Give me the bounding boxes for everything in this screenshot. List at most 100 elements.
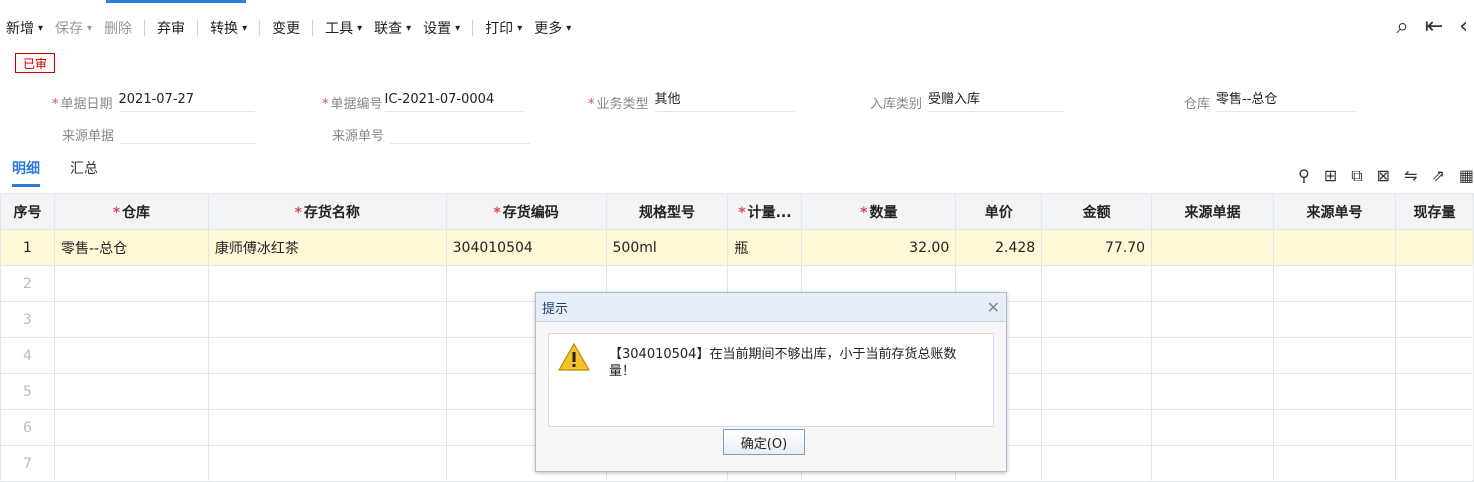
- column-settings-icon[interactable]: ▦: [1459, 166, 1474, 186]
- col-seq[interactable]: 序号: [0, 193, 55, 230]
- grid-header-row: 序号 * 仓库 * 存货名称 * 存货编码 规格型号 * 计量... * 数量 单价 金额…: [0, 193, 1474, 230]
- source-no-label: 来源单号: [332, 129, 385, 144]
- detail-tabs: 明细 汇总: [12, 158, 98, 187]
- warehouse-field: 仓库 零售--总仓: [1184, 86, 1357, 112]
- chevron-down-icon: ▾: [406, 22, 412, 34]
- convert-button[interactable]: 转换 ▾: [204, 12, 253, 44]
- tab-summary[interactable]: 汇总: [70, 158, 98, 187]
- toolbar-divider: [197, 20, 199, 36]
- doc-date-label: 单据日期: [60, 97, 113, 112]
- warehouse-value[interactable]: 零售--总仓: [1216, 89, 1357, 112]
- tools-button[interactable]: 工具 ▾: [319, 12, 368, 44]
- col-unit[interactable]: * 计量...: [727, 193, 803, 230]
- top-tab-strip: [0, 0, 1474, 6]
- col-qty[interactable]: * 数量: [801, 193, 957, 230]
- change-button[interactable]: 变更: [266, 12, 306, 44]
- in-type-field: 入库类别 受赠入库: [870, 86, 1065, 112]
- doc-no-value[interactable]: IC-2021-07-0004: [384, 89, 525, 112]
- row-seq: 1: [0, 229, 55, 266]
- first-page-icon[interactable]: ⇤: [1425, 14, 1443, 39]
- grid-toolbar: ⚲ ⊞ ⧉ ⊠ ⇋ ⇗ ▦: [1298, 166, 1474, 186]
- doc-no-field: * 单据编号 IC-2021-07-0004: [322, 86, 525, 112]
- toolbar-divider: [312, 20, 314, 36]
- chevron-down-icon: ▾: [38, 22, 44, 34]
- toolbar-divider: [259, 20, 261, 36]
- add-row-icon[interactable]: ⊞: [1324, 166, 1337, 186]
- cell-source-doc[interactable]: [1151, 229, 1274, 266]
- more-button[interactable]: 更多 ▾: [528, 12, 577, 44]
- clear-icon[interactable]: ⇋: [1404, 166, 1417, 186]
- row-seq: 7: [0, 445, 55, 482]
- delete-row-icon[interactable]: ⊠: [1377, 166, 1390, 186]
- cell-price[interactable]: 2.428: [955, 229, 1043, 266]
- ok-button[interactable]: 确定(O): [723, 429, 805, 455]
- col-warehouse[interactable]: * 仓库: [53, 193, 209, 230]
- chevron-down-icon: ▾: [87, 22, 93, 34]
- in-type-label: 入库类别: [870, 97, 923, 112]
- chevron-down-icon: ▾: [517, 22, 523, 34]
- record-nav: ⌕ ⇤ ‹: [1396, 14, 1468, 39]
- print-button[interactable]: 打印 ▾: [479, 12, 528, 44]
- alert-dialog: 提示 ✕ 【304010504】在当前期间不够出库，小于当前存货总账数量！ 确定…: [535, 292, 1007, 472]
- add-button[interactable]: 新增 ▾: [0, 12, 49, 44]
- in-type-value[interactable]: 受赠入库: [928, 89, 1065, 112]
- cell-amount[interactable]: 77.70: [1041, 229, 1153, 266]
- row-seq: 5: [0, 373, 55, 410]
- cell-unit[interactable]: 瓶: [727, 229, 803, 266]
- col-stock[interactable]: 现存量: [1394, 193, 1474, 230]
- cell-source-no[interactable]: [1273, 229, 1396, 266]
- biz-type-field: * 业务类型 其他: [588, 86, 795, 112]
- row-seq: 3: [0, 301, 55, 338]
- col-item-code[interactable]: * 存货编码: [445, 193, 607, 230]
- toolbar-divider: [472, 20, 474, 36]
- warning-icon: [557, 342, 591, 371]
- location-icon[interactable]: ⚲: [1298, 166, 1310, 186]
- cell-qty[interactable]: 32.00: [801, 229, 957, 266]
- doc-date-field: * 单据日期 2021-07-27: [52, 86, 255, 112]
- source-doc-field: 来源单据: [62, 118, 257, 144]
- warehouse-label: 仓库: [1184, 97, 1211, 112]
- tab-detail[interactable]: 明细: [12, 158, 40, 187]
- link-query-button[interactable]: 联查 ▾: [368, 12, 417, 44]
- prev-page-icon[interactable]: ‹: [1459, 14, 1468, 39]
- col-amount[interactable]: 金额: [1041, 193, 1153, 230]
- dialog-body: 【304010504】在当前期间不够出库，小于当前存货总账数量！: [548, 333, 994, 427]
- chevron-down-icon: ▾: [566, 22, 572, 34]
- doc-no-label: 单据编号: [330, 97, 383, 112]
- row-seq: 6: [0, 409, 55, 446]
- source-doc-label: 来源单据: [62, 129, 115, 144]
- toolbar: 新增 ▾ 保存 ▾ 删除 弃审 转换 ▾ 变更 工具 ▾ 联查 ▾ 设置 ▾ 打印 ▾ 更多 ▾: [0, 12, 577, 44]
- table-row[interactable]: 1 零售--总仓 康师傅冰红茶 304010504 500ml 瓶 32.00 …: [0, 229, 1474, 266]
- cell-spec[interactable]: 500ml: [605, 229, 729, 266]
- dialog-message: 【304010504】在当前期间不够出库，小于当前存货总账数量！: [609, 347, 957, 379]
- chevron-down-icon: ▾: [242, 22, 248, 34]
- cell-stock[interactable]: [1394, 229, 1474, 266]
- dialog-title: 提示: [542, 301, 569, 317]
- cell-item-code[interactable]: 304010504: [445, 229, 607, 266]
- source-no-value[interactable]: [390, 121, 531, 144]
- close-icon[interactable]: ✕: [987, 298, 1000, 317]
- chevron-down-icon: ▾: [357, 22, 363, 34]
- col-source-no[interactable]: 来源单号: [1273, 193, 1396, 230]
- col-source-doc[interactable]: 来源单据: [1151, 193, 1274, 230]
- copy-row-icon[interactable]: ⧉: [1351, 166, 1362, 186]
- export-icon[interactable]: ⇗: [1431, 166, 1444, 186]
- delete-button[interactable]: 删除: [98, 12, 138, 44]
- source-no-field: 来源单号: [332, 118, 531, 144]
- cell-item-name[interactable]: 康师傅冰红茶: [207, 229, 447, 266]
- active-tab-indicator: [106, 0, 246, 3]
- biz-type-value[interactable]: 其他: [654, 89, 795, 112]
- col-spec[interactable]: 规格型号: [605, 193, 729, 230]
- cell-warehouse[interactable]: 零售--总仓: [53, 229, 209, 266]
- search-doc-icon[interactable]: ⌕: [1396, 14, 1408, 39]
- biz-type-label: 业务类型: [596, 97, 649, 112]
- doc-date-value[interactable]: 2021-07-27: [118, 89, 255, 112]
- status-badge: 已审: [15, 53, 55, 73]
- col-price[interactable]: 单价: [955, 193, 1043, 230]
- toolbar-divider: [144, 20, 146, 36]
- source-doc-value[interactable]: [120, 121, 257, 144]
- settings-button[interactable]: 设置 ▾: [417, 12, 466, 44]
- unapprove-button[interactable]: 弃审: [151, 12, 191, 44]
- save-button[interactable]: 保存 ▾: [49, 12, 98, 44]
- col-item-name[interactable]: * 存货名称: [207, 193, 447, 230]
